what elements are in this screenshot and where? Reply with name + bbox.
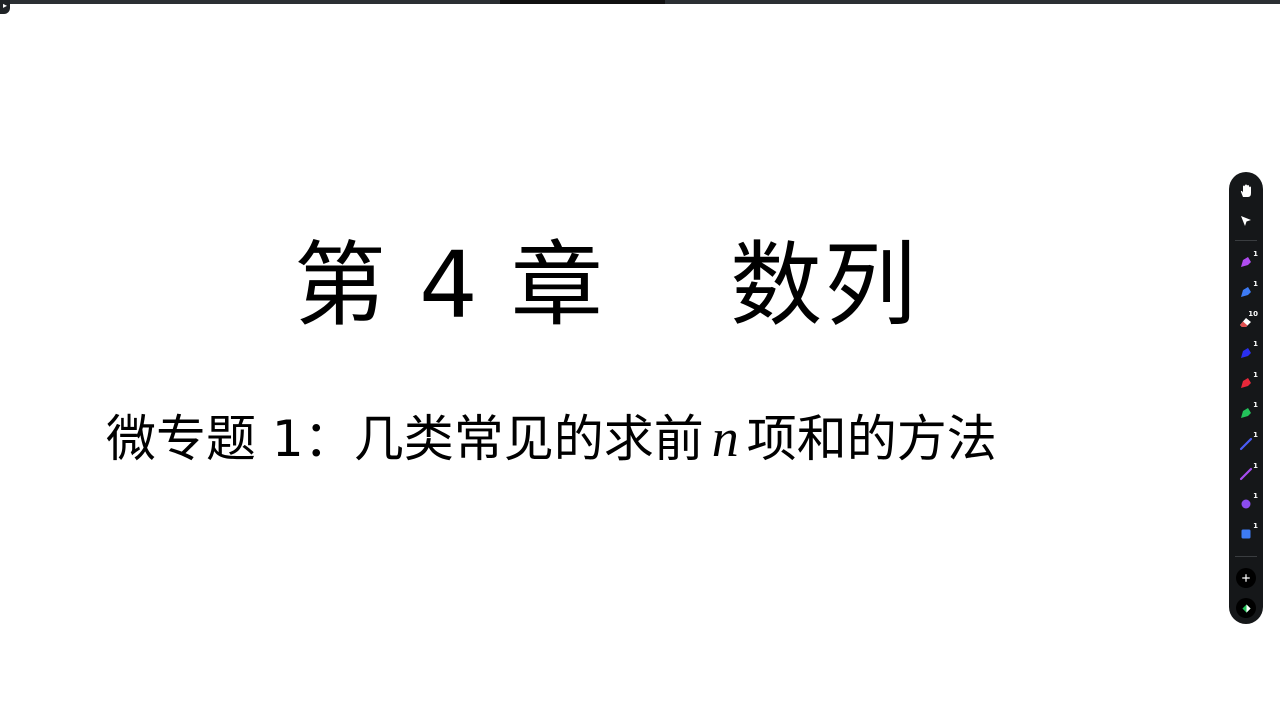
hand-icon (1240, 184, 1251, 198)
tool-badge: 1 (1253, 370, 1258, 379)
line-icon (1239, 437, 1253, 450)
hand-tool[interactable] (1229, 176, 1263, 206)
tool-badge: 1 (1253, 340, 1258, 349)
tool-badge: 10 (1248, 310, 1258, 319)
pen-icon (1241, 256, 1251, 267)
square-icon (1241, 529, 1251, 539)
pen-purple-tool[interactable]: 1 (1229, 247, 1263, 277)
add-tool-button[interactable] (1229, 563, 1263, 593)
circle-icon (1241, 499, 1251, 509)
plus-icon (1236, 567, 1256, 588)
pen-dark-blue-tool[interactable]: 1 (1229, 337, 1263, 367)
shape-tool-button[interactable] (1229, 593, 1263, 623)
pen-icon (1241, 287, 1251, 298)
pen-blue-tool[interactable]: 1 (1229, 277, 1263, 307)
pen-green-tool[interactable]: 1 (1229, 398, 1263, 428)
drawing-toolbar: 1 1 10 1 1 1 1 1 1 1 (1229, 172, 1263, 624)
toolbar-divider (1235, 555, 1257, 557)
eraser-tool[interactable]: 10 (1229, 307, 1263, 337)
top-progress-indicator (500, 0, 665, 4)
tool-badge: 1 (1253, 249, 1258, 258)
tool-badge: 1 (1253, 491, 1258, 500)
cursor-arrow-icon (1241, 216, 1251, 227)
tool-badge: 1 (1253, 431, 1258, 440)
toolbar-divider (1235, 239, 1257, 241)
shape-icon (1236, 598, 1256, 618)
square-blue-tool[interactable]: 1 (1229, 519, 1263, 549)
tool-badge: 1 (1253, 401, 1258, 410)
circle-purple-tool[interactable]: 1 (1229, 489, 1263, 519)
corner-menu-icon[interactable]: ▸ (0, 0, 10, 14)
pen-icon (1241, 347, 1251, 358)
line-icon (1239, 467, 1253, 480)
slide-subtitle: 微专题 1：几类常见的求前 n 项和的方法 (106, 404, 1206, 473)
line-blue-tool[interactable]: 1 (1229, 428, 1263, 458)
tool-badge: 1 (1253, 522, 1258, 531)
line-purple-tool[interactable]: 1 (1229, 459, 1263, 489)
subtitle-text-before: 微专题 1：几类常见的求前 (106, 410, 704, 468)
subtitle-text-after: 项和的方法 (746, 410, 997, 468)
pen-icon (1241, 408, 1251, 419)
pen-red-tool[interactable]: 1 (1229, 368, 1263, 398)
slide-title: 第 4 章 数列 (293, 232, 919, 339)
pen-icon (1241, 377, 1251, 388)
tool-badge: 1 (1253, 461, 1258, 470)
subtitle-variable: n (711, 408, 739, 468)
tool-badge: 1 (1253, 279, 1258, 288)
select-tool[interactable] (1229, 206, 1263, 236)
